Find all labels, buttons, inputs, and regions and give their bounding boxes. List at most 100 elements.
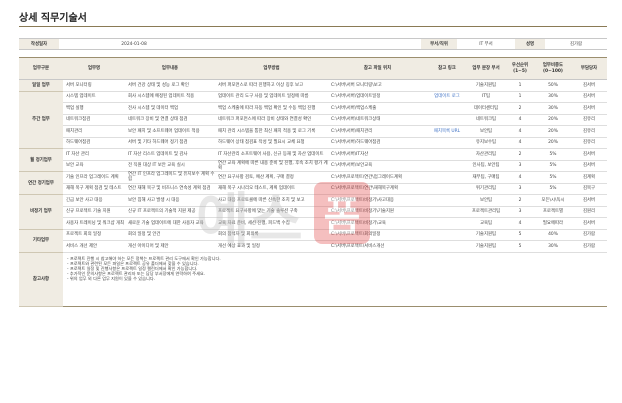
header-category: 업무구분 [19, 57, 63, 80]
file-path-cell: C:\서버\서버 모니터링\보고 [328, 79, 427, 92]
sub-owner-cell: 김서버 [571, 79, 607, 92]
priority-cell: 3 [505, 183, 535, 195]
link-cell [427, 171, 467, 184]
priority-cell: 1 [505, 79, 535, 92]
dept-cell: 자산관리팀 [467, 148, 505, 161]
dept-cell: 프로젝트관리팀 [467, 206, 505, 218]
task-cell: 재해 복구 계획 점검 및 테스트 [63, 183, 125, 195]
category-cell: 월 정기업무 [19, 148, 63, 172]
content-cell: 네트워크 장비 및 연결 상태 점검 [125, 114, 215, 126]
task-cell: 기술 인프라 업그레이드 계획 [63, 171, 125, 184]
priority-cell: 2 [505, 194, 535, 207]
category-cell: 비정기 업무 [19, 194, 63, 230]
task-cell: 시스템 업데이트 [63, 91, 125, 103]
priority-cell: 4 [505, 217, 535, 230]
priority-cell: 4 [505, 137, 535, 149]
content-cell: 보안 침해 사고 발생 시 대응 [125, 194, 215, 207]
file-path-cell: C:\서버\프로젝트\비정기\기술지원 [328, 206, 427, 218]
sub-owner-cell: 김서버 [571, 148, 607, 161]
header-task: 업무명 [63, 57, 125, 80]
table-row: 서비스 개선 제안 개선 아이디어 및 제안 개선 예상 효과 및 일정 C:\서버\… [19, 240, 607, 253]
table-row: 백업 실행 전사 시스템 및 데이터 백업 백업 스케줄에 따라 자동 백업 확인 … [19, 102, 607, 115]
link-cell [427, 148, 467, 161]
link-cell [427, 137, 467, 149]
category-cell: 주간 업무 [19, 91, 63, 149]
sub-owner-cell: 김원리 [571, 206, 607, 218]
task-cell: 신규 프로젝트 기술 지원 [63, 206, 125, 218]
table-row: 일일 업무 서버 모니터링 서버 건강 상태 및 성능 로그 확인 서버 퍼포먼스로 … [19, 79, 607, 92]
sub-owner-cell: 김서버 [571, 194, 607, 207]
table-row: 보안 교육 전 직원 대상 IT 보안 교육 실시 연간 교육 계획에 따른 내용 … [19, 160, 607, 172]
weight-cell: 20% [535, 125, 571, 138]
header-method: 업무방법 [215, 57, 328, 80]
priority-cell: 3 [505, 206, 535, 218]
content-cell: 회사 시스템에 예정된 업데이트 적용 [125, 91, 215, 103]
dept-cell: 인사팀, 보안팀 [467, 160, 505, 172]
dept-cell: 유지보수팀 [467, 137, 505, 149]
content-cell: 새로운 기술 업데이트에 대한 사용자 교육 [125, 217, 215, 230]
table-row: 사용자 트레이닝 및 워크샵 개최 새로운 기술 업데이트에 대한 사용자 교육 교… [19, 217, 607, 230]
sub-owner-cell: 김계획 [571, 171, 607, 184]
table-row: 재해 복구 계획 점검 및 테스트 연간 재해 복구 및 비즈니스 연속성 계획 … [19, 183, 607, 195]
file-path-cell: C:\서버\프로젝트\비정기\교육 [328, 217, 427, 230]
file-path-cell: C:\서버\서버\하드웨어점검 [328, 137, 427, 149]
link-cell [427, 183, 467, 195]
weight-cell: 5% [535, 183, 571, 195]
notes-label: 참고사항 [19, 252, 63, 307]
link-cell [427, 217, 467, 230]
link-cell [427, 102, 467, 115]
file-path-cell: C:\서버\프로젝트\서비스개선 [328, 240, 427, 253]
note-line: - 위의 업무 외 다른 업무 지원이 있을 수 있습니다. [67, 275, 156, 281]
category-cell: 연간 정기업무 [19, 171, 63, 195]
reference-link[interactable]: 업데이트 로그 [427, 91, 467, 103]
table-row: 연간 정기업무 기술 인프라 업그레이드 계획 연간 IT 인프라 업그레이드 및 … [19, 171, 607, 195]
table-row: 월 정기업무 IT 자산 관리 IT 자산 리스트 업데이트 및 감사 IT 자산관리… [19, 148, 607, 172]
content-cell: 서버 건강 상태 및 성능 로그 확인 [125, 79, 215, 92]
weight-cell: 40% [535, 229, 571, 241]
task-cell: 서비스 개선 제안 [63, 240, 125, 253]
dept-cell: 위기관리팀 [467, 183, 505, 195]
method-cell: 재해 복구 시나리오 테스트, 계획 업데이트 [215, 183, 328, 195]
link-cell [427, 229, 467, 241]
link-cell [427, 160, 467, 172]
task-cell: 하드웨어점검 [63, 137, 125, 149]
sub-owner-cell: 김유리 [571, 125, 607, 138]
sub-owner-cell: 김유리 [571, 114, 607, 126]
file-path-cell: C:\서버\서버\패치관리 [328, 125, 427, 138]
file-path-cell: C:\서버\서버\네트워크상태 [328, 114, 427, 126]
table-row: 네트워크점검 네트워크 장비 및 연결 상태 점검 네트워크 퍼포먼스에 따라 장비… [19, 114, 607, 126]
method-cell: 사고 대응 프로토콜에 따른 신속한 조치 및 보고 [215, 194, 328, 207]
content-cell: 개선 아이디어 및 제안 [125, 240, 215, 253]
priority-cell: 1 [505, 91, 535, 103]
content-cell: 신규 IT 프로젝트의 기술적 지원 제공 [125, 206, 215, 218]
table-row: 하드웨어점검 서버 및 기타 하드웨어 정기 점검 하드웨어 상태 점검표 작성 및… [19, 137, 607, 149]
content-cell: 서버 및 기타 하드웨어 정기 점검 [125, 137, 215, 149]
dept-cell: 재무팀, 구매팀 [467, 171, 505, 184]
title-divider [19, 26, 607, 27]
content-cell: 전사 시스템 및 데이터 백업 [125, 102, 215, 115]
method-cell: 개선 예상 효과 및 일정 [215, 240, 328, 253]
method-cell: 프로젝트 요구사항에 맞는 기술 솔루션 구축 [215, 206, 328, 218]
header-weight: 업무비중도 (0~100) [535, 57, 571, 80]
info-table: 작성일자 2024-01-08 부서/직위 IT 부서 성명 김가람 [19, 38, 607, 50]
notes-row: 참고사항 - 프로젝트 진행 시 참고해야 하는 모든 정책는 프로젝트 관리 … [19, 252, 607, 307]
sub-owner-cell: 김복구 [571, 183, 607, 195]
sub-owner-cell: 김서버 [571, 160, 607, 172]
weight-cell: 30% [535, 240, 571, 253]
sub-owner-cell: 김서버 [571, 91, 607, 103]
method-cell: 업데이트 관리 도구 사용 및 업데이트 일정에 따름 [215, 91, 328, 103]
dept-cell: 교육팀 [467, 217, 505, 230]
method-cell: 연간 요구사항 검토, 예산 계획, 구매 결정 [215, 171, 328, 184]
weight-cell: 5% [535, 160, 571, 172]
header-content: 업무내용 [125, 57, 215, 80]
weight-cell: 필요에따라 [535, 217, 571, 230]
sub-owner-cell: 김가람 [571, 240, 607, 253]
reference-link[interactable]: 패치목록 URL [427, 125, 467, 138]
sub-owner-cell: 김서버 [571, 102, 607, 115]
content-cell: IT 자산 리스트 업데이트 및 감사 [125, 148, 215, 161]
link-cell [427, 114, 467, 126]
table-row: 패치관리 보안 패치 및 소프트웨어 업데이트 적용 패치 관리 시스템을 통한 최… [19, 125, 607, 138]
author-value: 2024-01-08 [59, 38, 209, 50]
weight-cell: 30% [535, 102, 571, 115]
weight-cell: 30% [535, 91, 571, 103]
